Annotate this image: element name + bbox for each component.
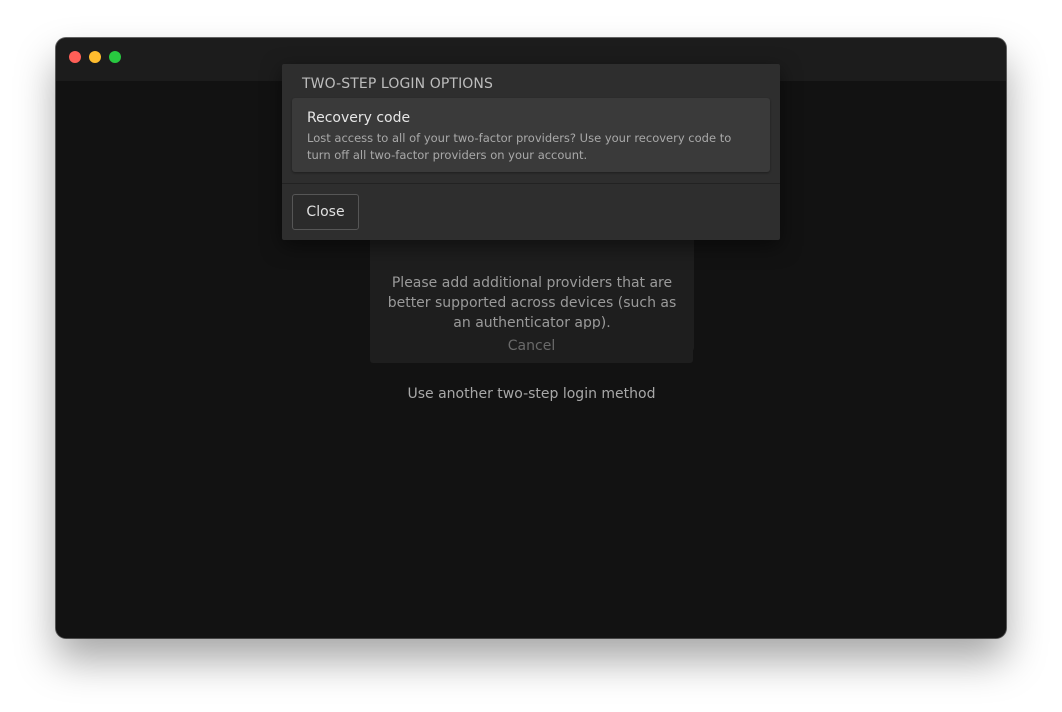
cancel-button[interactable]: Cancel — [370, 329, 693, 363]
option-title: Recovery code — [307, 110, 411, 126]
close-window-button[interactable] — [69, 51, 81, 63]
info-callout-text: Please add additional providers that are… — [387, 275, 677, 331]
use-another-method-link[interactable]: Use another two-step login method — [370, 384, 693, 404]
option-description: Lost access to all of your two-factor pr… — [307, 131, 732, 162]
dialog-title: TWO-STEP LOGIN OPTIONS — [302, 76, 493, 92]
minimize-window-button[interactable] — [89, 51, 101, 63]
maximize-window-button[interactable] — [109, 51, 121, 63]
two-step-options-dialog: TWO-STEP LOGIN OPTIONS Recovery code Los… — [282, 64, 780, 240]
close-button[interactable]: Close — [292, 194, 359, 230]
option-recovery-code[interactable]: Recovery code Lost access to all of your… — [292, 98, 770, 172]
dialog-divider — [282, 183, 780, 184]
